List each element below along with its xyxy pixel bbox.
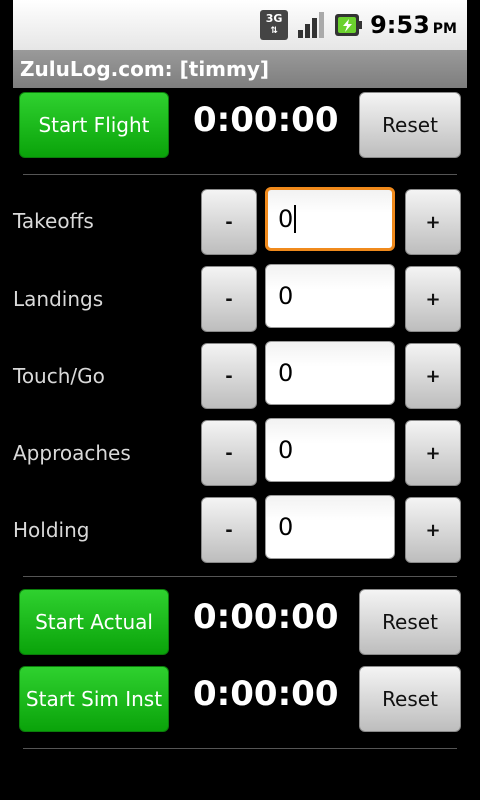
landings-plus-button[interactable]: + [405, 266, 461, 332]
actual-timer: 0:00:00 [193, 597, 339, 637]
start-sim-inst-button[interactable]: Start Sim Inst [19, 666, 169, 732]
sim-timer: 0:00:00 [193, 674, 339, 714]
touch-go-plus-button[interactable]: + [405, 343, 461, 409]
actual-reset-button[interactable]: Reset [359, 589, 461, 655]
divider-top [23, 174, 457, 175]
sim-reset-button[interactable]: Reset [359, 666, 461, 732]
signal-strength-icon [298, 12, 325, 38]
landings-minus-button[interactable]: - [201, 266, 257, 332]
approaches-minus-button[interactable]: - [201, 420, 257, 486]
clock-time: 9:53 [370, 11, 430, 39]
approaches-value: 0 [278, 436, 294, 464]
takeoffs-input[interactable]: 0 [265, 187, 395, 251]
holding-label: Holding [13, 518, 90, 542]
landings-label: Landings [13, 287, 104, 311]
network-type-label: 3G [265, 12, 283, 25]
touch-go-minus-button[interactable]: - [201, 343, 257, 409]
clock-ampm: PM [432, 21, 457, 37]
approaches-input[interactable]: 0 [265, 418, 395, 482]
main-content: Start Flight 0:00:00 Reset Takeoffs - 0 … [13, 88, 467, 800]
touch-go-label: Touch/Go [13, 364, 105, 388]
takeoffs-minus-button[interactable]: - [201, 189, 257, 255]
status-clock: 9:53 PM [370, 11, 457, 39]
app-title: ZuluLog.com: [timmy] [20, 57, 270, 81]
battery-charging-icon [335, 14, 363, 36]
takeoffs-plus-button[interactable]: + [405, 189, 461, 255]
touch-go-input[interactable]: 0 [265, 341, 395, 405]
approaches-label: Approaches [13, 441, 131, 465]
start-flight-button[interactable]: Start Flight [19, 92, 169, 158]
takeoffs-label: Takeoffs [13, 209, 94, 233]
app-title-bar: ZuluLog.com: [timmy] [13, 50, 467, 88]
touch-go-value: 0 [278, 359, 294, 387]
status-bar: 3G ⇅ 9:53 PM [13, 0, 467, 50]
landings-value: 0 [278, 282, 294, 310]
landings-input[interactable]: 0 [265, 264, 395, 328]
divider-bottom [23, 748, 457, 749]
network-3g-icon: 3G ⇅ [260, 10, 289, 40]
flight-reset-button[interactable]: Reset [359, 92, 461, 158]
takeoffs-value: 0 [278, 205, 294, 233]
approaches-plus-button[interactable]: + [405, 420, 461, 486]
holding-value: 0 [278, 513, 294, 541]
holding-minus-button[interactable]: - [201, 497, 257, 563]
text-caret [294, 205, 297, 233]
flight-timer: 0:00:00 [193, 100, 339, 140]
divider-middle [23, 576, 457, 577]
holding-plus-button[interactable]: + [405, 497, 461, 563]
start-actual-button[interactable]: Start Actual [19, 589, 169, 655]
holding-input[interactable]: 0 [265, 495, 395, 559]
